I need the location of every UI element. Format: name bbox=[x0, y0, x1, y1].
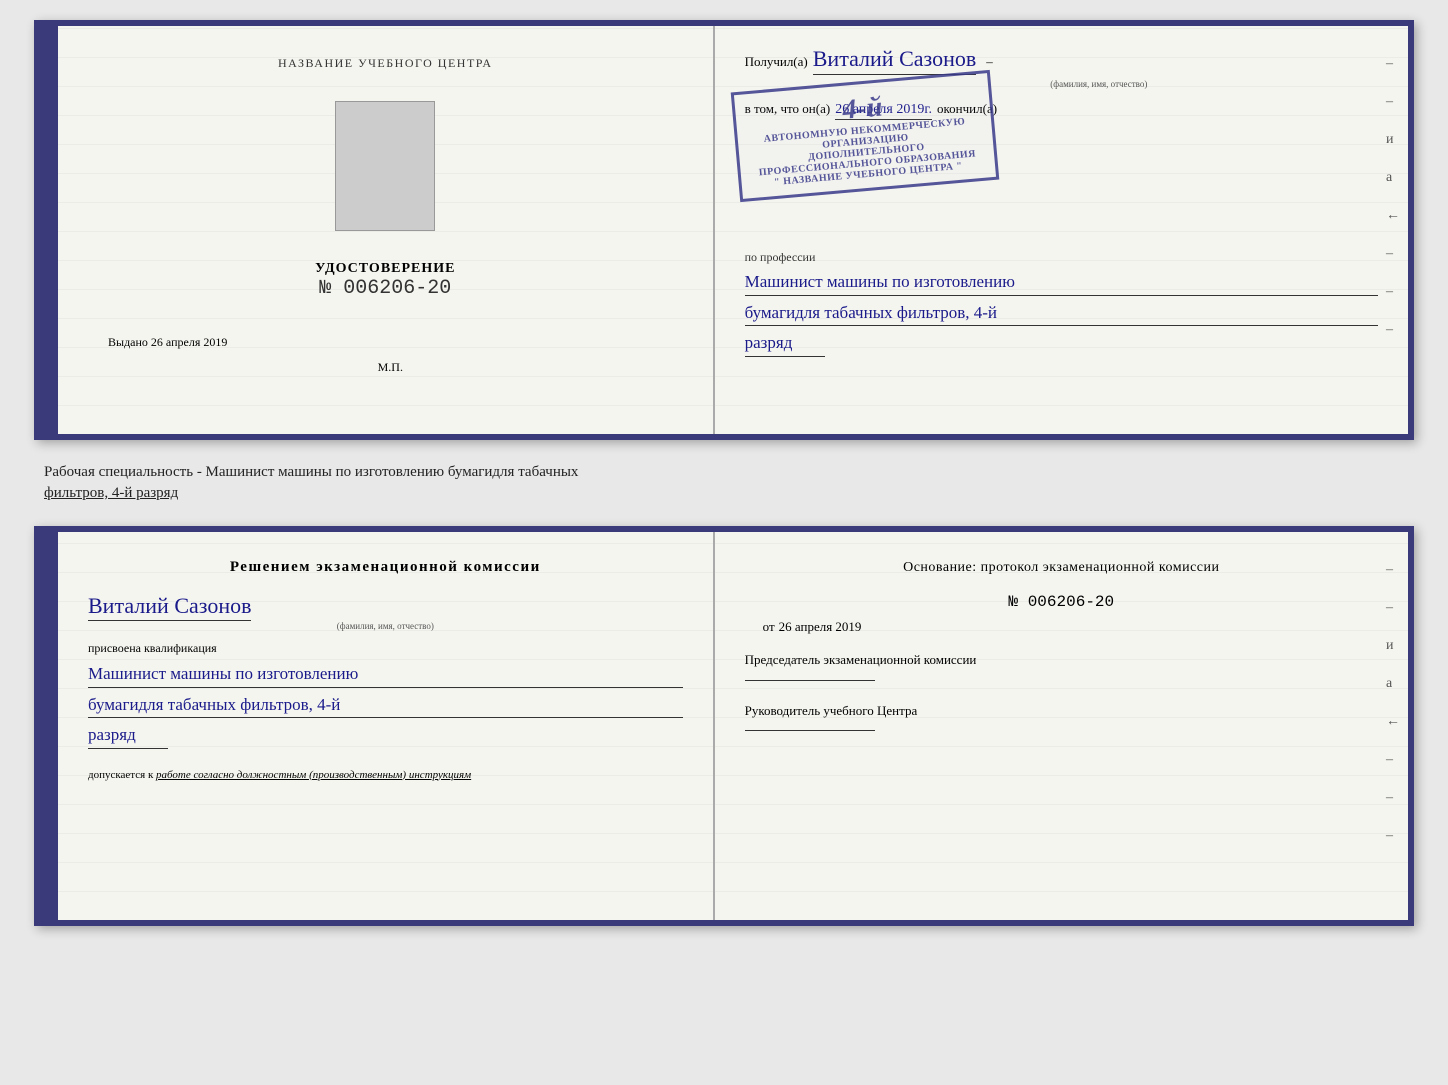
komissia-title: Решением экзаменационной комиссии bbox=[88, 557, 683, 578]
predsedatel-label: Председатель экзаменационной комиссии bbox=[745, 650, 1378, 670]
b-dash-i: и bbox=[1386, 638, 1400, 654]
protocol-number: № 006206-20 bbox=[745, 593, 1378, 611]
dash-a: а bbox=[1386, 170, 1400, 186]
dash-2: – bbox=[1386, 94, 1400, 110]
profession-line3: разряд bbox=[745, 330, 825, 357]
udostoverenie-block: УДОСТОВЕРЕНИЕ № 006206-20 bbox=[315, 261, 455, 300]
stamp-big-text: 4-й bbox=[841, 91, 884, 126]
prisvoena-line: присвоена квалификация bbox=[88, 641, 683, 656]
top-certificate: НАЗВАНИЕ УЧЕБНОГО ЦЕНТРА УДОСТОВЕРЕНИЕ №… bbox=[34, 20, 1414, 440]
dopuskaetsya-line: допускается к работе согласно должностны… bbox=[88, 769, 683, 781]
bottom-name: Виталий Сазонов bbox=[88, 593, 251, 621]
b-dash-4: – bbox=[1386, 790, 1400, 806]
top-spine bbox=[40, 26, 58, 434]
bottom-right-panel: Основание: протокол экзаменационной коми… bbox=[715, 532, 1408, 920]
middle-text-main: Рабочая специальность - Машинист машины … bbox=[44, 464, 578, 480]
dash-4: – bbox=[1386, 284, 1400, 300]
ot-date: 26 апреля 2019 bbox=[779, 619, 862, 635]
right-edge-dashes-bottom: – – и а ← – – – bbox=[1386, 562, 1400, 844]
b-dash-3: – bbox=[1386, 752, 1400, 768]
osnov-title: Основание: протокол экзаменационной коми… bbox=[745, 557, 1378, 578]
dash-3: – bbox=[1386, 246, 1400, 262]
rukov-label: Руководитель учебного Центра bbox=[745, 701, 1378, 721]
middle-text-container: Рабочая специальность - Машинист машины … bbox=[34, 458, 1414, 508]
bottom-left-panel: Решением экзаменационной комиссии Витали… bbox=[58, 532, 715, 920]
poluchil-line: Получил(а) Виталий Сазонов – bbox=[745, 46, 1378, 75]
stamp-overlay: 4-й АВТОНОМНУЮ НЕКОММЕРЧЕСКУЮ ОРГАНИЗАЦИ… bbox=[730, 70, 999, 202]
recipient-name: Виталий Сазонов bbox=[813, 46, 976, 75]
qual-line2: бумагидля табачных фильтров, 4-й bbox=[88, 692, 683, 719]
b-dash-2: – bbox=[1386, 600, 1400, 616]
vydano-date: 26 апреля 2019 bbox=[151, 335, 227, 349]
ot-prefix: от bbox=[763, 619, 775, 635]
dopuskaetsya-text: работе согласно должностным (производств… bbox=[156, 769, 471, 781]
udostoverenie-number: № 006206-20 bbox=[319, 277, 451, 300]
dash-5: – bbox=[1386, 322, 1400, 338]
right-edge-dashes-top: – – и а ← – – – bbox=[1386, 56, 1400, 338]
profession-line1: Машинист машины по изготовлению bbox=[745, 269, 1378, 296]
qual-line3: разряд bbox=[88, 722, 168, 749]
profess-prefix: по профессии bbox=[745, 250, 1378, 265]
bottom-spine bbox=[40, 532, 58, 920]
top-right-panel: Получил(а) Виталий Сазонов – (фамилия, и… bbox=[715, 26, 1408, 434]
dash-i: и bbox=[1386, 132, 1400, 148]
vydano-label: Выдано bbox=[108, 335, 148, 349]
rukov-signature-line bbox=[745, 730, 875, 731]
poluchil-prefix: Получил(а) bbox=[745, 54, 808, 70]
qual-line1: Машинист машины по изготовлению bbox=[88, 661, 683, 688]
profession-line2: бумагидля табачных фильтров, 4-й bbox=[745, 300, 1378, 327]
udostoverenie-title: УДОСТОВЕРЕНИЕ bbox=[315, 261, 455, 277]
ot-line: от 26 апреля 2019 bbox=[763, 619, 1378, 635]
vydano-line: Выдано 26 апреля 2019 bbox=[88, 335, 683, 350]
dash-1: – bbox=[1386, 56, 1400, 72]
b-dash-1: – bbox=[1386, 562, 1400, 578]
center-title-top: НАЗВАНИЕ УЧЕБНОГО ЦЕНТРА bbox=[278, 56, 493, 71]
bottom-certificate: Решением экзаменационной комиссии Витали… bbox=[34, 526, 1414, 926]
dash-arrow: ← bbox=[1386, 208, 1400, 224]
dopuskaetsya-prefix: допускается к bbox=[88, 769, 153, 781]
mp-line: М.П. bbox=[368, 360, 403, 375]
bottom-name-sublabel: (фамилия, имя, отчество) bbox=[88, 621, 683, 631]
poluchil-dash: – bbox=[986, 54, 993, 70]
middle-text-underline: фильтров, 4-й разряд bbox=[44, 485, 178, 501]
photo-placeholder bbox=[335, 101, 435, 231]
bottom-name-sublabel-wrap: (фамилия, имя, отчество) bbox=[88, 621, 683, 631]
top-left-panel: НАЗВАНИЕ УЧЕБНОГО ЦЕНТРА УДОСТОВЕРЕНИЕ №… bbox=[58, 26, 715, 434]
b-dash-a: а bbox=[1386, 676, 1400, 692]
b-dash-5: – bbox=[1386, 828, 1400, 844]
predsedatel-signature-line bbox=[745, 680, 875, 681]
b-dash-arrow: ← bbox=[1386, 714, 1400, 730]
